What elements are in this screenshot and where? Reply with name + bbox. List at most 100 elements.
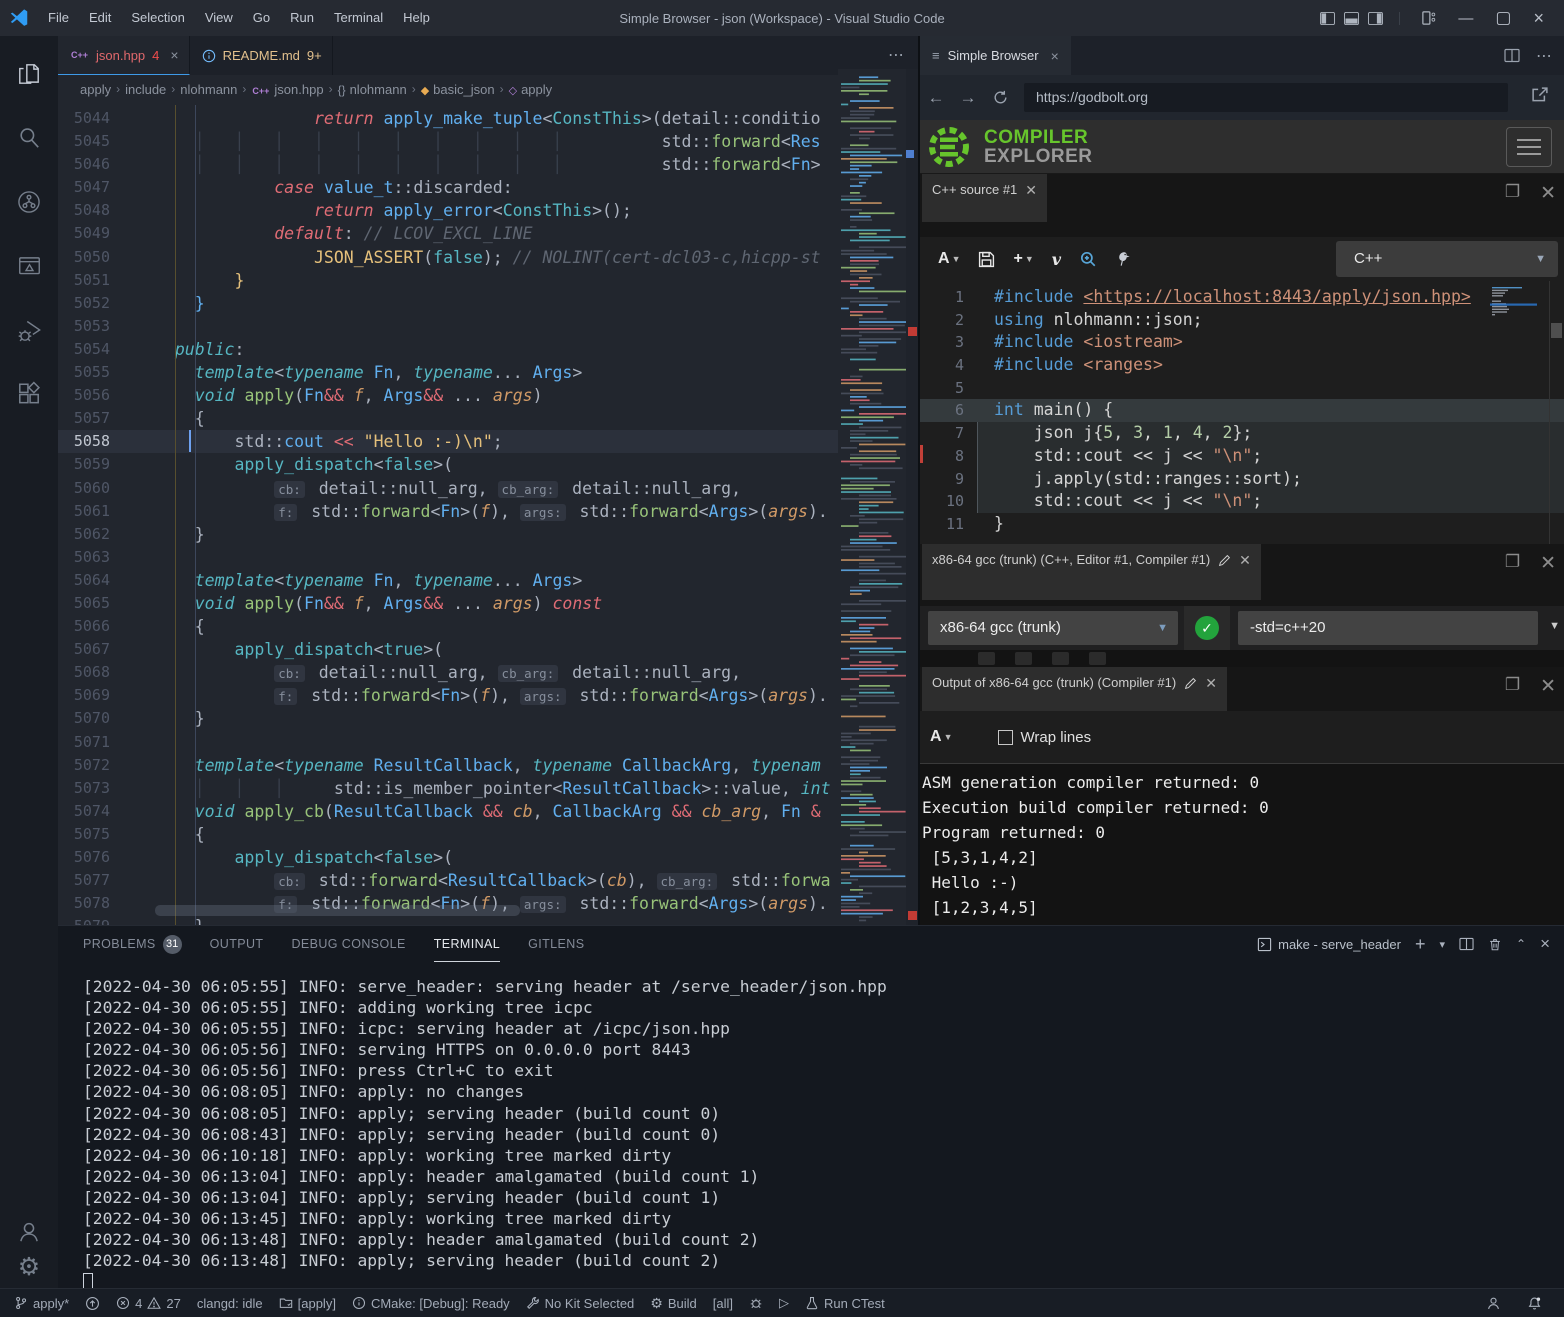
- ctest-button[interactable]: Run CTest: [801, 1292, 889, 1314]
- close-pane-icon[interactable]: ✕: [1025, 182, 1037, 199]
- code-line[interactable]: 11}: [920, 513, 1564, 536]
- tab-output[interactable]: Output of x86-64 gcc (trunk) (Compiler #…: [922, 667, 1227, 711]
- open-external-icon[interactable]: [1530, 85, 1550, 105]
- toggle-panel-icon[interactable]: [1344, 12, 1359, 25]
- cmake-folder-status[interactable]: [apply]: [275, 1292, 340, 1314]
- toggle-secondary-sidebar-icon[interactable]: [1368, 12, 1383, 25]
- maximize-button[interactable]: ▢: [1495, 8, 1511, 28]
- breadcrumb-item-apply[interactable]: ◇apply: [509, 82, 553, 97]
- accounts-icon[interactable]: [16, 1219, 42, 1245]
- settings-gear-icon[interactable]: ⚙: [18, 1255, 40, 1280]
- reload-icon[interactable]: [992, 89, 1009, 106]
- new-terminal-icon[interactable]: +: [1415, 934, 1426, 955]
- menu-selection[interactable]: Selection: [121, 0, 194, 36]
- font-size-button[interactable]: A▼: [938, 250, 960, 268]
- breadcrumb-item-basic_json[interactable]: ◆basic_json: [421, 82, 495, 97]
- tab-cpp-source[interactable]: C++ source #1 ✕: [922, 174, 1047, 222]
- hamburger-menu-icon[interactable]: [1506, 127, 1552, 167]
- kill-terminal-icon[interactable]: [1488, 937, 1502, 952]
- close-pane-icon[interactable]: ✕: [1540, 552, 1556, 575]
- code-line[interactable]: 5: [920, 377, 1564, 400]
- breadcrumb-item-nlohmann[interactable]: {}nlohmann: [338, 82, 407, 97]
- terminal-dropdown-icon[interactable]: ▾: [1439, 938, 1445, 951]
- tab-json-hpp[interactable]: C++ json.hpp 4 ×: [58, 36, 190, 75]
- cmake-status[interactable]: CMake: [Debug]: Ready: [348, 1292, 514, 1314]
- close-pane-icon[interactable]: ✕: [1540, 182, 1556, 205]
- breadcrumb-item-nlohmann[interactable]: nlohmann: [180, 82, 237, 97]
- zoom-icon[interactable]: [1079, 250, 1097, 268]
- minimize-button[interactable]: —: [1458, 10, 1473, 27]
- minimap[interactable]: [838, 69, 906, 925]
- options-dropdown-icon[interactable]: ▼: [1549, 620, 1560, 632]
- build-button[interactable]: ⚙Build: [646, 1292, 700, 1314]
- launch-button[interactable]: ▷: [775, 1292, 793, 1314]
- kit-status[interactable]: No Kit Selected: [522, 1292, 639, 1314]
- font-size-button[interactable]: A▼: [930, 728, 952, 746]
- code-line[interactable]: 9 j.apply(std::ranges::sort);: [920, 468, 1564, 491]
- close-pane-icon[interactable]: ✕: [1239, 552, 1251, 569]
- build-target[interactable]: [all]: [709, 1292, 737, 1314]
- panel-tab-debug-console[interactable]: DEBUG CONSOLE: [291, 926, 405, 962]
- breadcrumb-item-apply[interactable]: apply: [80, 82, 111, 97]
- close-tab-icon[interactable]: ×: [170, 47, 178, 63]
- language-select[interactable]: C++▼: [1336, 241, 1558, 277]
- explorer-icon[interactable]: [0, 48, 58, 100]
- compiler-options-input[interactable]: -std=c++20: [1238, 611, 1538, 645]
- menu-edit[interactable]: Edit: [79, 0, 121, 36]
- cmake-panel-icon[interactable]: [0, 240, 58, 292]
- compiler-select[interactable]: x86-64 gcc (trunk)▼: [928, 611, 1178, 645]
- wrap-lines-checkbox[interactable]: [998, 730, 1013, 745]
- tab-readme-md[interactable]: README.md 9+: [190, 36, 333, 75]
- extensions-icon[interactable]: [0, 368, 58, 420]
- close-window-button[interactable]: ×: [1533, 8, 1544, 29]
- add-pane-button[interactable]: +▼: [1013, 250, 1033, 268]
- maximize-pane-icon[interactable]: ❐: [1505, 675, 1520, 698]
- menu-terminal[interactable]: Terminal: [324, 0, 393, 36]
- panel-tab-problems[interactable]: PROBLEMS31: [83, 926, 182, 962]
- code-line[interactable]: 3#include <iostream>: [920, 331, 1564, 354]
- tab-compiler[interactable]: x86-64 gcc (trunk) (C++, Editor #1, Comp…: [922, 544, 1261, 600]
- customize-layout-icon[interactable]: [1422, 11, 1436, 25]
- horizontal-scrollbar[interactable]: [155, 905, 520, 916]
- source-minimap[interactable]: [1490, 284, 1537, 404]
- breadcrumb-item-include[interactable]: include: [125, 82, 166, 97]
- clangd-status[interactable]: clangd: idle: [193, 1292, 267, 1314]
- breadcrumb-item-json.hpp[interactable]: C++json.hpp: [251, 82, 323, 97]
- panel-tab-terminal[interactable]: TERMINAL: [434, 926, 500, 962]
- forward-icon[interactable]: →: [952, 88, 984, 108]
- code-line[interactable]: 8 std::cout << j << "\n";: [920, 445, 1564, 468]
- cppinsights-bird-icon[interactable]: [1115, 250, 1133, 268]
- debug-button[interactable]: [745, 1292, 767, 1314]
- source-scrollbar[interactable]: [1551, 323, 1562, 338]
- vim-mode-icon[interactable]: v: [1052, 250, 1061, 269]
- code-line[interactable]: 10 std::cout << j << "\n";: [920, 490, 1564, 513]
- panel-tab-output[interactable]: OUTPUT: [210, 926, 264, 962]
- menu-run[interactable]: Run: [280, 0, 324, 36]
- menu-view[interactable]: View: [195, 0, 243, 36]
- split-editor-icon[interactable]: [1504, 48, 1520, 63]
- tab-simple-browser[interactable]: ≡ Simple Browser ×: [920, 36, 1071, 75]
- search-icon[interactable]: [0, 112, 58, 164]
- git-branch-status[interactable]: apply*: [10, 1292, 73, 1314]
- maximize-panel-icon[interactable]: ⌃: [1516, 937, 1526, 951]
- maximize-pane-icon[interactable]: ❐: [1505, 182, 1520, 205]
- feedback-button[interactable]: [1482, 1292, 1505, 1314]
- menu-file[interactable]: File: [38, 0, 79, 36]
- close-tab-icon[interactable]: ×: [1051, 48, 1059, 64]
- code-line[interactable]: 4#include <ranges>: [920, 354, 1564, 377]
- close-pane-icon[interactable]: ✕: [1540, 675, 1556, 698]
- close-pane-icon[interactable]: ✕: [1205, 675, 1217, 692]
- code-line[interactable]: 7 json j{5, 3, 1, 4, 2};: [920, 422, 1564, 445]
- code-line[interactable]: 2using nlohmann::json;: [920, 309, 1564, 332]
- menu-go[interactable]: Go: [243, 0, 280, 36]
- publish-status[interactable]: [81, 1292, 104, 1314]
- editor-scrollbar[interactable]: [906, 69, 918, 925]
- close-panel-icon[interactable]: ×: [1540, 934, 1550, 954]
- panel-tab-gitlens[interactable]: GITLENS: [528, 926, 584, 962]
- url-input[interactable]: https://godbolt.org: [1024, 83, 1508, 112]
- toggle-sidebar-icon[interactable]: [1320, 12, 1335, 25]
- code-line[interactable]: 6int main() {: [920, 399, 1564, 422]
- run-and-debug-icon[interactable]: [0, 304, 58, 356]
- notifications-bell[interactable]: [1523, 1292, 1546, 1314]
- back-icon[interactable]: ←: [920, 88, 952, 108]
